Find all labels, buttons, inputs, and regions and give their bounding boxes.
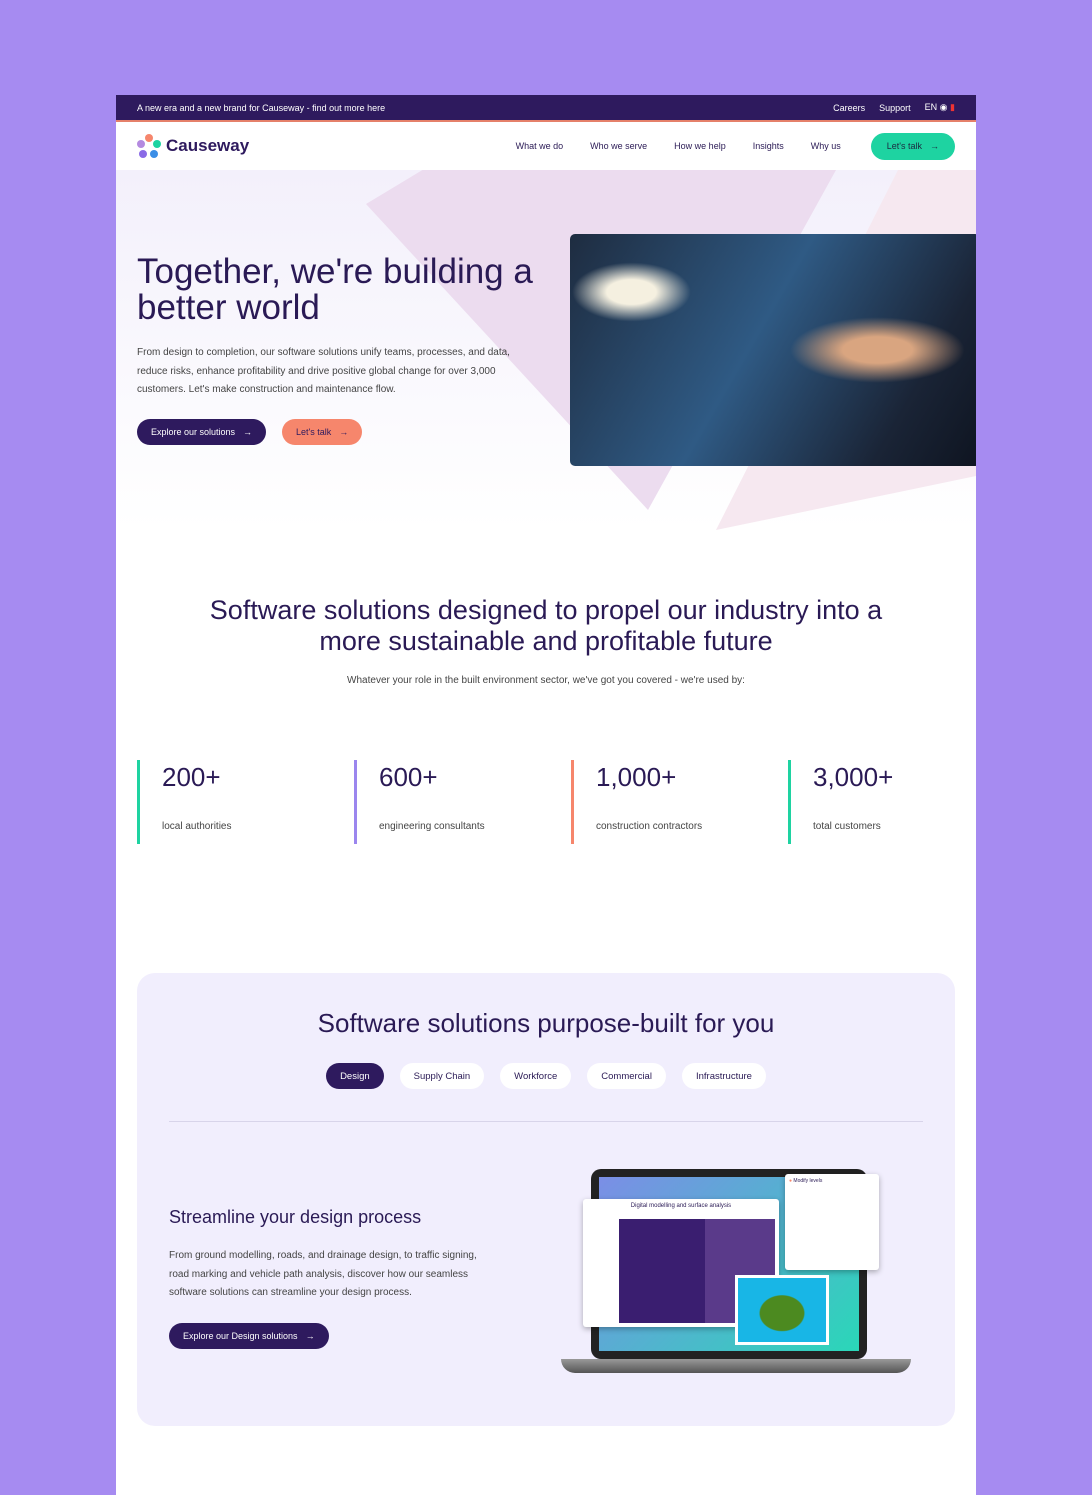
button-label: Let's talk: [296, 427, 332, 437]
stat-label: local authorities: [162, 821, 232, 832]
stat-construction-contractors: 1,000+ construction contractors: [571, 760, 788, 844]
stat-local-authorities: 200+ local authorities: [137, 760, 354, 844]
nav-insights[interactable]: Insights: [753, 141, 784, 151]
stat-value: 600+: [379, 762, 438, 792]
support-link[interactable]: Support: [879, 103, 911, 113]
uk-flag-icon: ◉: [939, 102, 948, 112]
solution-heading: Streamline your design process: [169, 1207, 422, 1227]
stat-label: total customers: [813, 821, 881, 832]
hero-image: [570, 234, 976, 466]
hero-body: From design to completion, our software …: [137, 347, 510, 395]
modify-levels-dialog: ● Modify levels: [785, 1174, 879, 1270]
divider: [169, 1121, 923, 1122]
stat-value: 1,000+: [596, 762, 677, 792]
dialog-dot-icon: ●: [789, 1178, 793, 1184]
laptop-base: [561, 1359, 911, 1373]
stat-label: construction contractors: [596, 821, 703, 832]
arrow-right-icon: →: [339, 427, 349, 437]
solution-tabs: Design Supply Chain Workforce Commercial…: [137, 1063, 955, 1089]
dialog-title: Modify levels: [793, 1178, 823, 1184]
intro-subtitle: Whatever your role in the built environm…: [347, 675, 745, 686]
logo[interactable]: Causeway: [137, 133, 250, 159]
announcement-bar: A new era and a new brand for Causeway -…: [116, 95, 976, 122]
tab-supply-chain[interactable]: Supply Chain: [399, 1063, 485, 1089]
stat-value: 3,000+: [813, 762, 894, 792]
solutions-card: Software solutions purpose-built for you…: [137, 973, 955, 1426]
france-flag-icon[interactable]: ▮: [950, 102, 955, 112]
brand-name: Causeway: [166, 136, 250, 155]
arrow-right-icon: →: [305, 1331, 315, 1341]
language-label: EN: [924, 102, 938, 112]
logo-icon: [137, 133, 162, 159]
main-nav: Causeway What we do Who we serve How we …: [116, 122, 976, 170]
lets-talk-label: Let's talk: [886, 141, 922, 151]
app-window-title: Digital modelling and surface analysis: [630, 1203, 732, 1209]
stat-label: engineering consultants: [379, 821, 485, 832]
stat-engineering-consultants: 600+ engineering consultants: [354, 760, 571, 844]
button-label: Explore our Design solutions: [183, 1331, 298, 1341]
solution-body: From ground modelling, roads, and draina…: [169, 1250, 477, 1298]
nav-why-us[interactable]: Why us: [811, 141, 841, 151]
tab-workforce[interactable]: Workforce: [500, 1063, 572, 1089]
hero-lets-talk-button[interactable]: Let's talk →: [282, 419, 363, 445]
nav-how-we-help[interactable]: How we help: [674, 141, 726, 151]
hero-title: Together, we're building a better world: [137, 252, 533, 327]
language-selector[interactable]: EN ◉ ▮: [925, 102, 955, 113]
lets-talk-button[interactable]: Let's talk →: [870, 132, 955, 160]
announcement-link[interactable]: A new era and a new brand for Causeway -…: [137, 103, 385, 113]
hero: Together, we're building a better world …: [116, 170, 976, 530]
button-label: Explore our solutions: [151, 427, 236, 437]
explore-solutions-button[interactable]: Explore our solutions →: [137, 419, 267, 445]
explore-design-button[interactable]: Explore our Design solutions →: [169, 1323, 329, 1349]
nav-who-we-serve[interactable]: Who we serve: [590, 141, 647, 151]
solutions-title: Software solutions purpose-built for you: [317, 1008, 775, 1038]
arrow-right-icon: →: [930, 141, 939, 151]
stats-row: 200+ local authorities 600+ engineering co…: [137, 760, 976, 844]
tab-design[interactable]: Design: [326, 1063, 384, 1089]
terrain-preview: [735, 1275, 829, 1345]
laptop-mockup: Digital modelling and surface analysis ●…: [561, 1169, 911, 1389]
tab-infrastructure[interactable]: Infrastructure: [681, 1063, 766, 1089]
arrow-right-icon: →: [243, 427, 253, 437]
page: A new era and a new brand for Causeway -…: [116, 95, 976, 1495]
stat-value: 200+: [162, 762, 221, 792]
intro-section: Software solutions designed to propel ou…: [116, 595, 976, 686]
tab-commercial[interactable]: Commercial: [587, 1063, 666, 1089]
stat-total-customers: 3,000+ total customers: [788, 760, 976, 844]
nav-what-we-do[interactable]: What we do: [516, 141, 564, 151]
intro-title: Software solutions designed to propel ou…: [209, 595, 883, 656]
careers-link[interactable]: Careers: [833, 103, 865, 113]
